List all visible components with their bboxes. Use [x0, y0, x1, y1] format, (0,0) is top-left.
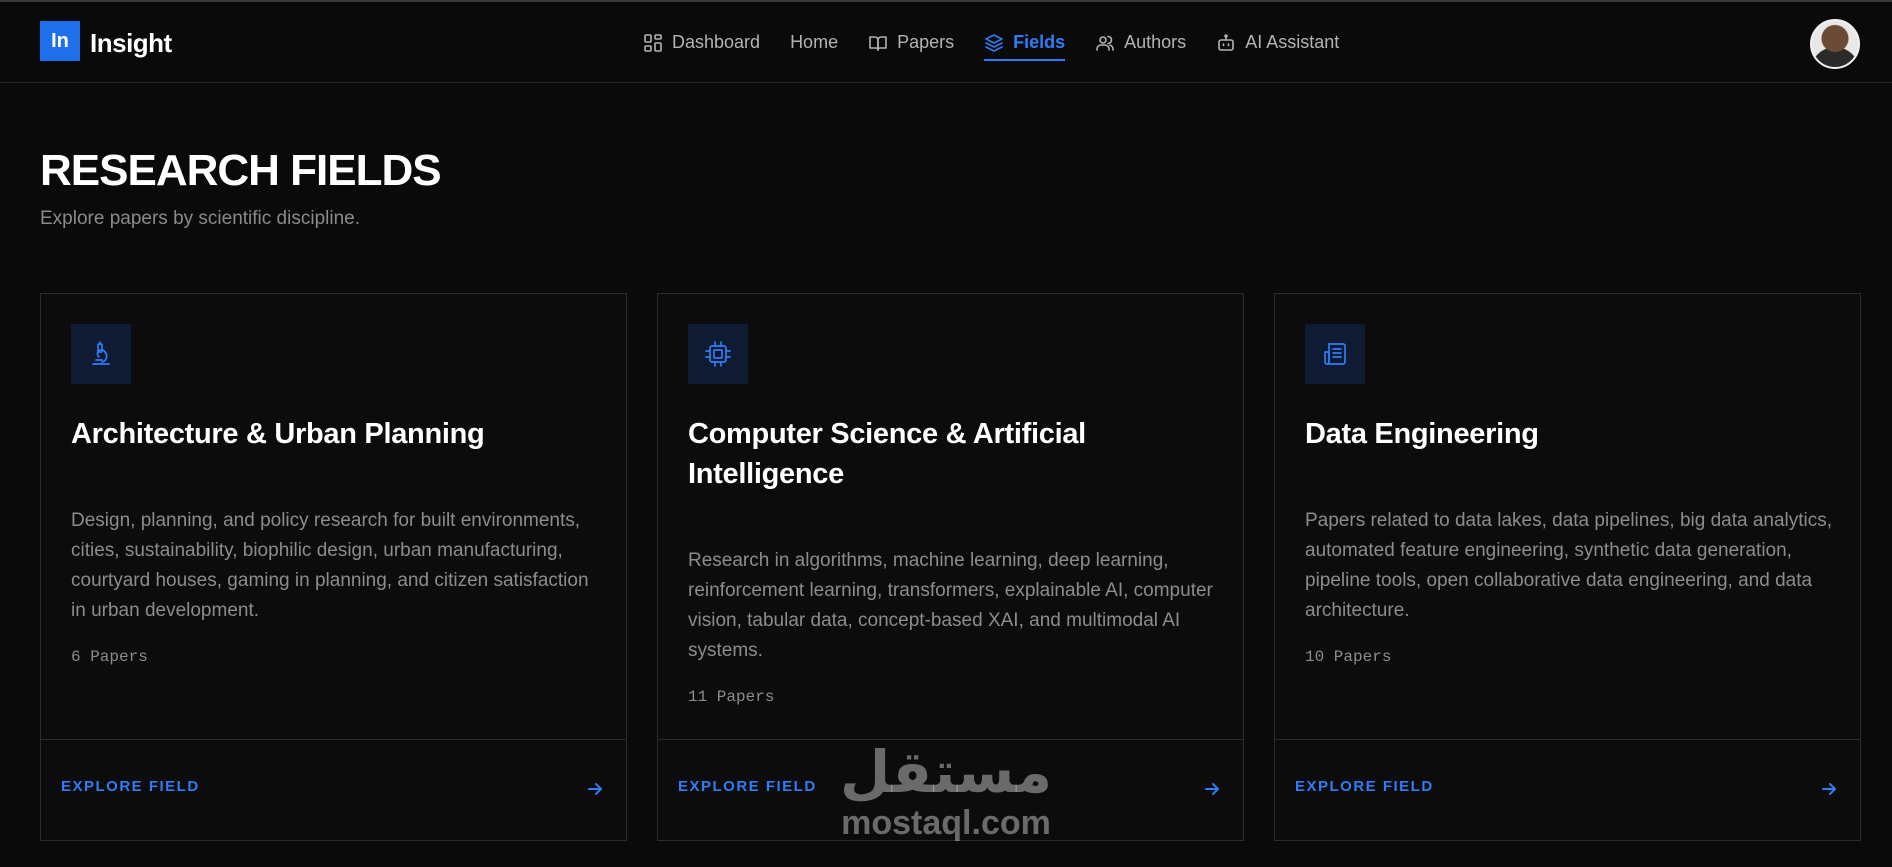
field-title: Data Engineering [1305, 418, 1539, 450]
nav-item-ai-assistant[interactable]: AI Assistant [1216, 28, 1339, 58]
nav-item-home[interactable]: Home [790, 28, 838, 58]
nav-item-label: Authors [1124, 32, 1187, 52]
nav-item-label: Papers [897, 32, 955, 52]
field-title: Computer Science & Artificial Intelligen… [688, 418, 1086, 490]
explore-field-link[interactable]: EXPLORE FIELD [61, 778, 200, 795]
newspaper-icon [1324, 343, 1346, 365]
user-avatar[interactable] [1810, 19, 1860, 69]
field-paper-count: 6 Papers [71, 648, 148, 666]
field-description: Papers related to data lakes, data pipel… [1305, 510, 1833, 621]
nav-item-authors[interactable]: Authors [1095, 28, 1186, 58]
users-icon [1096, 35, 1114, 51]
nav-item-label: AI Assistant [1245, 32, 1340, 52]
arrow-right-icon[interactable] [586, 780, 604, 798]
explore-field-link[interactable]: EXPLORE FIELD [1295, 778, 1434, 795]
field-paper-count: 10 Papers [1305, 648, 1392, 666]
explore-field-link[interactable]: EXPLORE FIELD [678, 778, 817, 795]
top-navbar: In Insight Dashboard Home Papers Fields … [0, 2, 1892, 83]
field-icon-box [1305, 324, 1365, 384]
page-title: RESEARCH FIELDS [40, 146, 442, 195]
nav-item-label: Dashboard [672, 32, 761, 52]
nav-item-label: Home [790, 32, 839, 52]
field-card-architecture[interactable]: Architecture & Urban Planning Design, pl… [40, 293, 627, 841]
nav-item-dashboard[interactable]: Dashboard [643, 28, 760, 58]
page-subtitle: Explore papers by scientific discipline. [40, 208, 360, 229]
nav-item-fields[interactable]: Fields [984, 28, 1066, 61]
arrow-right-icon[interactable] [1820, 780, 1838, 798]
main-nav: Dashboard Home Papers Fields Authors AI … [643, 2, 1369, 83]
field-icon-box [71, 324, 131, 384]
card-footer: EXPLORE FIELD [658, 739, 1243, 840]
field-title: Architecture & Urban Planning [71, 418, 485, 450]
logo-mark[interactable]: In [40, 21, 80, 61]
nav-item-papers[interactable]: Papers [868, 28, 954, 58]
layers-icon [985, 33, 1003, 52]
field-card-data-engineering[interactable]: Data Engineering Papers related to data … [1274, 293, 1861, 841]
field-icon-box [688, 324, 748, 384]
microscope-icon [92, 341, 110, 365]
card-footer: EXPLORE FIELD [41, 739, 626, 840]
bot-icon [1218, 33, 1234, 51]
grid-icon [644, 33, 662, 52]
field-paper-count: 11 Papers [688, 688, 775, 706]
book-icon [869, 35, 887, 51]
nav-item-label: Fields [1013, 32, 1066, 52]
field-description: Research in algorithms, machine learning… [688, 550, 1213, 661]
field-description: Design, planning, and policy research fo… [71, 510, 589, 621]
cpu-icon [705, 341, 731, 367]
field-card-computer-science[interactable]: Computer Science & Artificial Intelligen… [657, 293, 1244, 841]
brand-name[interactable]: Insight [90, 28, 172, 59]
card-footer: EXPLORE FIELD [1275, 739, 1860, 840]
arrow-right-icon[interactable] [1203, 780, 1221, 798]
